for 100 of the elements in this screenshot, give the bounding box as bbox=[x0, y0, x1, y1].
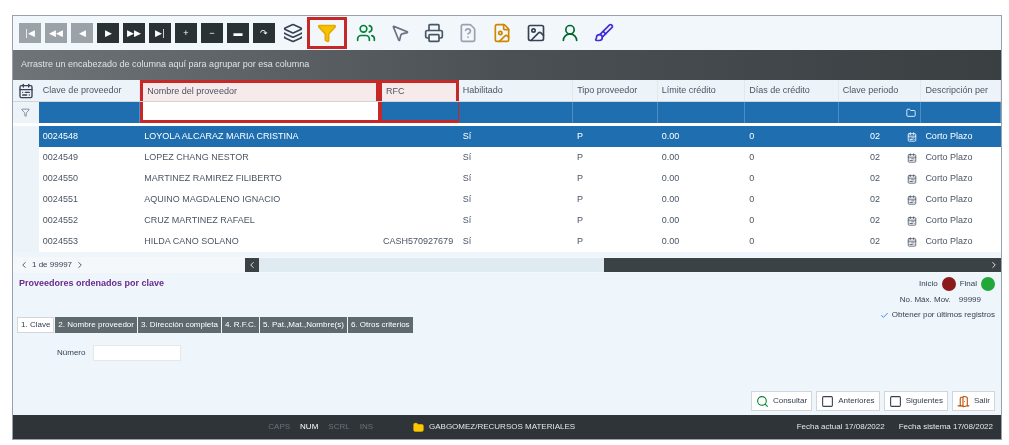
picture-icon bbox=[526, 23, 546, 43]
action-button[interactable]: Siguientes bbox=[883, 391, 948, 411]
calendar-icon bbox=[907, 215, 918, 226]
column-header[interactable]: RFC bbox=[379, 80, 459, 101]
cursor-icon bbox=[390, 23, 410, 43]
action-button[interactable]: Consultar bbox=[750, 391, 813, 411]
table-cell-text: MARTINEZ RAMIREZ FILIBERTO bbox=[144, 171, 282, 185]
scroll-right-icon[interactable] bbox=[989, 260, 999, 270]
brush-icon bbox=[594, 23, 614, 43]
table-cell-text: AQUINO MAGDALENO IGNACIO bbox=[144, 192, 281, 206]
filter-cell[interactable] bbox=[745, 102, 839, 123]
key-indicator: SCRL bbox=[328, 421, 350, 433]
user-label: GABGOMEZ/RECURSOS MATERIALES bbox=[429, 421, 576, 433]
table-cell-text: Sí bbox=[462, 213, 472, 227]
table-cell-text: 0 bbox=[749, 150, 755, 164]
table-cell-text: 0 bbox=[749, 234, 755, 248]
table-cell-text: 0.00 bbox=[661, 192, 680, 206]
document-icon bbox=[458, 23, 478, 43]
door-icon bbox=[957, 394, 970, 408]
table-cell-text: Corto Plazo bbox=[925, 150, 973, 164]
table-cell-text: 0.00 bbox=[661, 150, 680, 164]
table-cell-text: P bbox=[577, 129, 584, 143]
column-header[interactable]: Límite crédito bbox=[657, 80, 746, 101]
square-icon bbox=[888, 394, 902, 408]
search-tab[interactable]: 4. R.F.C. bbox=[221, 317, 259, 333]
calendar-icon bbox=[907, 131, 918, 142]
search-tab[interactable]: 1. Clave bbox=[17, 317, 55, 333]
filter-cell[interactable] bbox=[921, 102, 1002, 123]
action-button[interactable]: Anteriores bbox=[816, 391, 880, 411]
table-cell-text: Sí bbox=[462, 150, 472, 164]
nav-button[interactable]: ▶| bbox=[149, 23, 171, 43]
scroll-left-icon[interactable] bbox=[247, 260, 257, 270]
filter-cell[interactable] bbox=[838, 102, 922, 123]
filter-button[interactable] bbox=[307, 17, 347, 49]
column-header[interactable]: Días de crédito bbox=[745, 80, 839, 101]
table-cell-text: Sí bbox=[462, 129, 472, 143]
column-header[interactable]: Nombre del proveedor bbox=[140, 80, 380, 101]
folder-icon bbox=[413, 421, 424, 433]
nav-button[interactable]: ▶▶ bbox=[123, 23, 145, 43]
table-cell-text: Corto Plazo bbox=[925, 213, 973, 227]
nav-button[interactable]: + bbox=[175, 23, 197, 43]
table-cell-text: Corto Plazo bbox=[925, 234, 973, 248]
search-tab[interactable]: 5. Pat.,Mat.,Nombre(s) bbox=[260, 317, 347, 333]
table-cell-text: P bbox=[577, 150, 584, 164]
table-cell-text: Corto Plazo bbox=[925, 192, 973, 206]
marker-label: Inicio bbox=[918, 278, 938, 290]
folder-icon bbox=[906, 107, 917, 118]
table-cell-text: Corto Plazo bbox=[925, 129, 973, 143]
table-cell-text: P bbox=[577, 213, 584, 227]
image-file-icon bbox=[492, 23, 512, 43]
column-header[interactable]: Descripción per bbox=[921, 80, 1001, 101]
checkbox[interactable] bbox=[879, 310, 889, 320]
column-header[interactable]: Tipo proveedor bbox=[573, 80, 658, 101]
table-cell-text: CASH570927679 bbox=[383, 234, 454, 248]
nav-button[interactable]: − bbox=[201, 23, 223, 43]
table-cell-text: 0 bbox=[749, 171, 755, 185]
table-cell-text: 02 bbox=[870, 150, 881, 164]
table-cell-text: 0024552 bbox=[42, 213, 78, 227]
max-mov-field[interactable]: 99999 bbox=[956, 294, 983, 306]
filter-cell[interactable] bbox=[140, 102, 380, 123]
calendar-icon bbox=[907, 194, 918, 205]
table-cell-text: 0.00 bbox=[661, 234, 680, 248]
column-header[interactable]: Clave periodo bbox=[838, 80, 922, 101]
search-tab[interactable]: 3. Dirección completa bbox=[137, 317, 221, 333]
checkbox-label: Obtener por últimos registros bbox=[891, 309, 995, 321]
nav-button[interactable]: ▬ bbox=[227, 23, 249, 43]
table-cell-text: P bbox=[577, 192, 584, 206]
current-date: Fecha actual 17/08/2022 bbox=[796, 421, 885, 433]
calendar-icon bbox=[907, 236, 918, 247]
table-cell-text: LOYOLA ALCARAZ MARIA CRISTINA bbox=[144, 129, 299, 143]
table-cell-text: Corto Plazo bbox=[925, 171, 973, 185]
search-tab[interactable]: 6. Otros criterios bbox=[347, 317, 413, 333]
marker-label: Final bbox=[959, 278, 977, 290]
table-cell-text: 02 bbox=[870, 234, 881, 248]
action-button[interactable]: Salir bbox=[952, 391, 995, 411]
filter-cell[interactable] bbox=[573, 102, 658, 123]
number-field[interactable] bbox=[93, 345, 182, 361]
nav-button[interactable]: ▶ bbox=[97, 23, 119, 43]
max-mov-label: No. Máx. Mov. bbox=[899, 294, 951, 306]
table-cell-text: 0.00 bbox=[661, 171, 680, 185]
table-cell-text: HILDA CANO SOLANO bbox=[144, 234, 239, 248]
filter-cell[interactable] bbox=[657, 102, 746, 123]
layers-icon[interactable] bbox=[283, 23, 303, 43]
column-header[interactable]: Habilitado bbox=[458, 80, 574, 101]
horizontal-scrollbar[interactable] bbox=[245, 258, 1001, 272]
filter-cell[interactable] bbox=[38, 102, 141, 123]
column-chooser-icon[interactable] bbox=[17, 82, 34, 99]
filter-cell[interactable] bbox=[458, 102, 574, 123]
table-cell-text: 02 bbox=[870, 171, 881, 185]
nav-button[interactable]: ↷ bbox=[253, 23, 275, 43]
group-hint: Arrastre un encabezado de columna aquí para agrupar por esa columna bbox=[21, 58, 310, 72]
filter-cell[interactable] bbox=[379, 102, 459, 123]
table-row[interactable]: 0024548 LOYOLA ALCARAZ MARIA CRISTINA Sí P 0.00 0 02 Corto Plazo bbox=[13, 126, 1001, 147]
order-note: Proveedores ordenados por clave bbox=[19, 277, 165, 290]
key-indicator: CAPS bbox=[268, 421, 291, 433]
table-cell-text: Sí bbox=[462, 171, 472, 185]
search-tab[interactable]: 2. Nombre proveedor bbox=[55, 317, 137, 333]
number-label: Número bbox=[57, 347, 86, 359]
first-page-icon[interactable] bbox=[19, 260, 29, 270]
table-cell-text: 0024553 bbox=[42, 234, 78, 248]
